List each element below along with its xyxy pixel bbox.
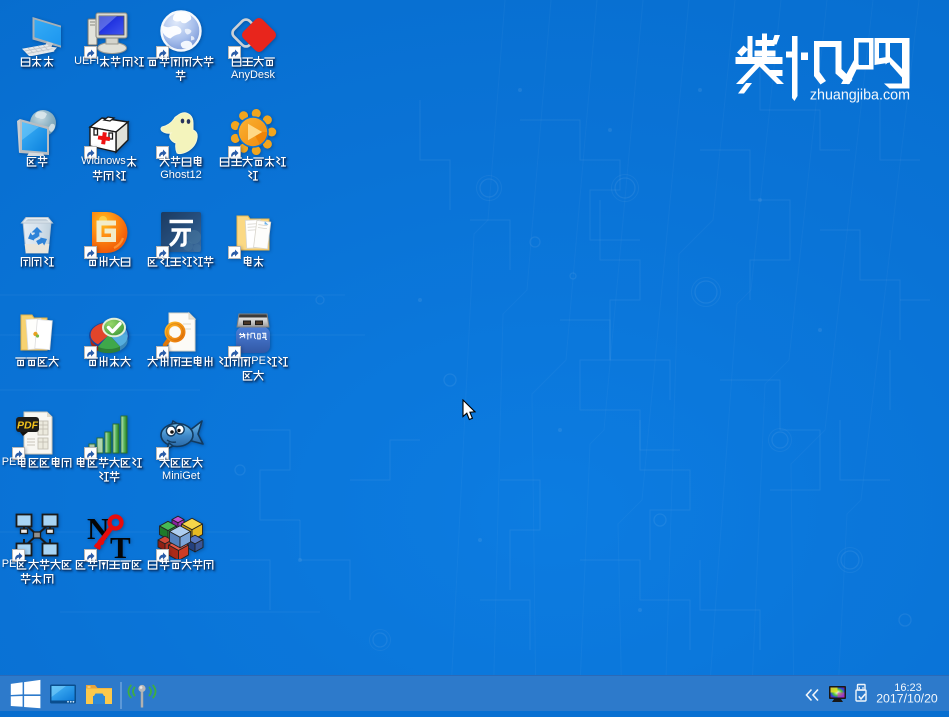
svg-text:T: T [110,530,131,559]
svg-text:PDF: PDF [17,420,39,432]
svg-text:zhuangjiba.com: zhuangjiba.com [810,88,910,104]
svg-text:2017/10/20: 2017/10/20 [876,692,938,706]
